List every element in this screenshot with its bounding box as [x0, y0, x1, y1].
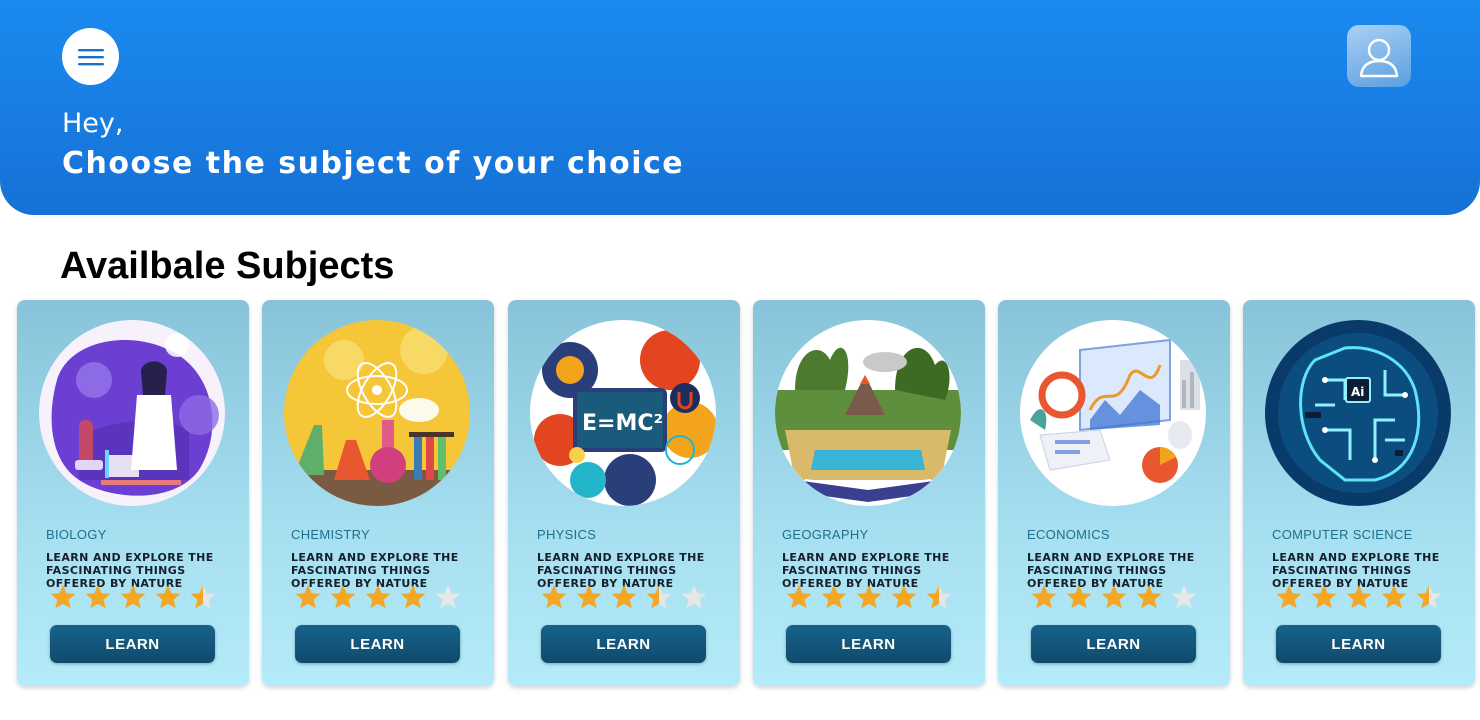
star-filled-icon — [576, 585, 602, 609]
subject-name: PHYSICS — [537, 527, 597, 542]
learn-button[interactable]: LEARN — [541, 625, 706, 663]
star-filled-icon — [1381, 585, 1407, 609]
star-rating — [49, 583, 217, 611]
section-title: Availbale Subjects — [60, 245, 395, 287]
star-filled-icon — [155, 585, 181, 609]
star-filled-icon — [365, 585, 391, 609]
star-filled-icon — [611, 585, 637, 609]
learn-button[interactable]: LEARN — [1276, 625, 1441, 663]
ai-circuit-brain-illustration: Ai — [1265, 320, 1451, 506]
star-filled-icon — [1066, 585, 1092, 609]
star-half-icon — [1416, 585, 1442, 609]
star-empty-icon — [1171, 585, 1197, 609]
profile-button[interactable] — [1347, 25, 1411, 87]
star-empty-icon — [681, 585, 707, 609]
learn-button[interactable]: LEARN — [295, 625, 460, 663]
star-rating — [540, 583, 708, 611]
open-book-landscape-illustration — [775, 320, 961, 506]
subject-name: GEOGRAPHY — [782, 527, 869, 542]
subject-name: CHEMISTRY — [291, 527, 371, 542]
star-filled-icon — [50, 585, 76, 609]
learn-button[interactable]: LEARN — [50, 625, 215, 663]
subject-card[interactable]: ECONOMICS LEARN AND EXPLORE THE FASCINAT… — [998, 300, 1230, 686]
user-profile-icon — [1359, 38, 1399, 78]
star-filled-icon — [891, 585, 917, 609]
subject-card[interactable]: BIOLOGY LEARN AND EXPLORE THE FASCINATIN… — [17, 300, 249, 686]
star-rating — [785, 583, 953, 611]
analytics-charts-illustration — [1020, 320, 1206, 506]
star-filled-icon — [1346, 585, 1372, 609]
star-half-icon — [926, 585, 952, 609]
star-empty-icon — [435, 585, 461, 609]
star-rating — [1030, 583, 1198, 611]
star-filled-icon — [821, 585, 847, 609]
subject-card[interactable]: E=MC² PHYSICS LEARN AND EXPLORE THE FASC… — [508, 300, 740, 686]
subject-card[interactable]: CHEMISTRY LEARN AND EXPLORE THE FASCINAT… — [262, 300, 494, 686]
star-filled-icon — [330, 585, 356, 609]
star-filled-icon — [786, 585, 812, 609]
star-rating — [1275, 583, 1443, 611]
svg-text:E=MC²: E=MC² — [582, 411, 663, 436]
learn-button[interactable]: LEARN — [1031, 625, 1196, 663]
star-filled-icon — [1276, 585, 1302, 609]
star-filled-icon — [541, 585, 567, 609]
subject-name: ECONOMICS — [1027, 527, 1110, 542]
menu-button[interactable] — [62, 28, 119, 85]
star-filled-icon — [1031, 585, 1057, 609]
subject-card[interactable]: GEOGRAPHY LEARN AND EXPLORE THE FASCINAT… — [753, 300, 985, 686]
physics-emc2-illustration: E=MC² — [530, 320, 716, 506]
header-banner: Hey, Choose the subject of your choice — [0, 0, 1480, 215]
star-filled-icon — [85, 585, 111, 609]
star-half-icon — [190, 585, 216, 609]
star-filled-icon — [400, 585, 426, 609]
star-filled-icon — [120, 585, 146, 609]
svg-text:Ai: Ai — [1351, 385, 1364, 399]
star-rating — [294, 583, 462, 611]
subject-card[interactable]: Ai COMPUTER SCIENCE LEARN AND EXPLORE TH… — [1243, 300, 1475, 686]
subject-name: COMPUTER SCIENCE — [1272, 527, 1413, 542]
scientist-illustration — [39, 320, 225, 506]
page-headline: Choose the subject of your choice — [62, 146, 685, 181]
star-filled-icon — [1136, 585, 1162, 609]
star-filled-icon — [856, 585, 882, 609]
star-half-icon — [646, 585, 672, 609]
star-filled-icon — [295, 585, 321, 609]
greeting-text: Hey, — [62, 108, 124, 139]
learn-button[interactable]: LEARN — [786, 625, 951, 663]
star-filled-icon — [1101, 585, 1127, 609]
chemistry-flasks-illustration — [284, 320, 470, 506]
star-filled-icon — [1311, 585, 1337, 609]
hamburger-menu-icon — [77, 48, 104, 65]
subject-name: BIOLOGY — [46, 527, 107, 542]
